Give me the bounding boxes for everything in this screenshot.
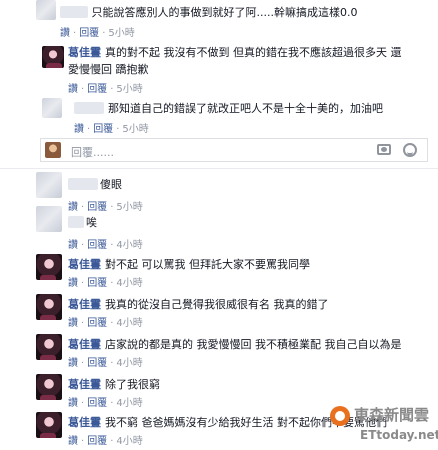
reply-link[interactable]: 回覆 bbox=[87, 318, 107, 329]
comment-text: 傻眼 bbox=[100, 178, 122, 191]
comment-meta: 讚 · 回覆 · 5小時 bbox=[74, 124, 149, 135]
timestamp[interactable]: 5小時 bbox=[116, 202, 142, 213]
like-link[interactable]: 讚 bbox=[68, 240, 78, 251]
reply-link[interactable]: 回覆 bbox=[87, 202, 107, 213]
ettoday-logo-icon bbox=[330, 406, 350, 426]
author-name-blurred[interactable] bbox=[74, 102, 104, 114]
author-name[interactable]: 葛佳霻 bbox=[68, 416, 101, 429]
author-name[interactable]: 葛佳霻 bbox=[68, 378, 101, 391]
timestamp[interactable]: 4小時 bbox=[116, 240, 142, 251]
timestamp[interactable]: 4小時 bbox=[116, 398, 142, 409]
comment-4: 傻眼 bbox=[68, 176, 122, 192]
comment-meta: 讚 · 回覆 · 4小時 bbox=[68, 398, 143, 409]
like-link[interactable]: 讚 bbox=[74, 124, 84, 135]
reply-link[interactable]: 回覆 bbox=[87, 240, 107, 251]
timestamp[interactable]: 4小時 bbox=[116, 318, 142, 329]
reply-input[interactable]: 回覆...... bbox=[40, 138, 428, 162]
timestamp[interactable]: 5小時 bbox=[108, 28, 134, 39]
comment-meta: 讚 · 回覆 · 4小時 bbox=[68, 278, 143, 289]
comment-meta: 讚 · 回覆 · 4小時 bbox=[68, 240, 143, 251]
comment-2: 葛佳霻 真的對不起 我沒有不做到 但真的錯在我不應該超過很多天 還 bbox=[68, 44, 402, 60]
avatar[interactable] bbox=[36, 206, 62, 232]
comment-5: 唉 bbox=[68, 214, 97, 230]
author-name-blurred[interactable] bbox=[68, 178, 98, 190]
comment-text: 對不起 可以罵我 但拜託大家不要罵我同學 bbox=[105, 258, 310, 271]
like-link[interactable]: 讚 bbox=[68, 84, 78, 95]
timestamp[interactable]: 5小時 bbox=[116, 84, 142, 95]
comment-meta: 讚 · 回覆 · 5小時 bbox=[68, 202, 143, 213]
ettoday-watermark: 東森新聞雲 ETtoday.net bbox=[330, 398, 438, 450]
avatar[interactable] bbox=[36, 334, 62, 360]
avatar[interactable] bbox=[36, 294, 62, 320]
current-user-avatar bbox=[45, 142, 61, 158]
reply-link[interactable]: 回覆 bbox=[87, 278, 107, 289]
author-name-blurred[interactable] bbox=[68, 216, 84, 228]
comment-meta: 讚 · 回覆 · 4小時 bbox=[68, 318, 143, 329]
timestamp[interactable]: 4小時 bbox=[116, 436, 142, 447]
comment-meta: 讚 · 回覆 · 5小時 bbox=[68, 84, 143, 95]
reply-placeholder: 回覆...... bbox=[71, 146, 114, 159]
timestamp[interactable]: 5小時 bbox=[122, 124, 148, 135]
avatar[interactable] bbox=[36, 0, 56, 20]
comment-text: 只能說答應別人的事做到就好了阿.....幹嘛搞成這樣0.0 bbox=[91, 6, 358, 19]
comment-8: 葛佳霻 店家說的都是真的 我愛慢慢回 我不積極業配 我自己自以為是 bbox=[68, 336, 402, 352]
author-name-blurred[interactable] bbox=[60, 6, 88, 18]
comment-meta: 讚 · 回覆 · 4小時 bbox=[68, 358, 143, 369]
comment-3: 那知道自己的錯誤了就改正吧人不是十全十美的，加油吧 bbox=[74, 100, 383, 116]
smiley-icon[interactable] bbox=[403, 143, 417, 157]
author-name[interactable]: 葛佳霻 bbox=[68, 338, 101, 351]
divider bbox=[0, 168, 438, 169]
avatar[interactable] bbox=[42, 98, 62, 118]
like-link[interactable]: 讚 bbox=[68, 398, 78, 409]
like-link[interactable]: 讚 bbox=[68, 202, 78, 213]
comment-text: 除了我很窮 bbox=[105, 378, 160, 391]
avatar[interactable] bbox=[36, 172, 62, 198]
comment-text: 真的對不起 我沒有不做到 但真的錯在我不應該超過很多天 還 bbox=[105, 46, 402, 59]
like-link[interactable]: 讚 bbox=[68, 358, 78, 369]
author-name[interactable]: 葛佳霻 bbox=[68, 46, 101, 59]
comment-meta: 讚 · 回覆 · 4小時 bbox=[68, 436, 143, 447]
timestamp[interactable]: 4小時 bbox=[116, 358, 142, 369]
author-name[interactable]: 葛佳霻 bbox=[68, 298, 101, 311]
like-link[interactable]: 讚 bbox=[68, 436, 78, 447]
comment-text: 那知道自己的錯誤了就改正吧人不是十全十美的，加油吧 bbox=[108, 102, 383, 115]
comment-9: 葛佳霻 除了我很窮 bbox=[68, 376, 160, 392]
avatar[interactable] bbox=[36, 374, 62, 400]
avatar[interactable] bbox=[42, 46, 64, 68]
reply-link[interactable]: 回覆 bbox=[87, 436, 107, 447]
like-link[interactable]: 讚 bbox=[60, 28, 70, 39]
watermark-site: ETtoday.net bbox=[360, 428, 438, 442]
like-link[interactable]: 讚 bbox=[68, 278, 78, 289]
comment-text: 唉 bbox=[86, 216, 97, 229]
comment-meta: 讚 · 回覆 · 5小時 bbox=[60, 28, 135, 39]
comment-text: 我真的從沒自己覺得我很威很有名 我真的錯了 bbox=[105, 298, 329, 311]
comment-2-line2: 愛慢慢回 蹻抱歉 bbox=[68, 63, 149, 76]
avatar[interactable] bbox=[36, 254, 62, 280]
comment-1: 只能說答應別人的事做到就好了阿.....幹嘛搞成這樣0.0 bbox=[60, 4, 357, 20]
comment-7: 葛佳霻 我真的從沒自己覺得我很威很有名 我真的錯了 bbox=[68, 296, 329, 312]
avatar[interactable] bbox=[36, 412, 62, 438]
reply-link[interactable]: 回覆 bbox=[79, 28, 99, 39]
timestamp[interactable]: 4小時 bbox=[116, 278, 142, 289]
watermark-brand: 東森新聞雲 bbox=[354, 406, 430, 424]
comment-text: 店家說的都是真的 我愛慢慢回 我不積極業配 我自己自以為是 bbox=[105, 338, 402, 351]
author-name[interactable]: 葛佳霻 bbox=[68, 258, 101, 271]
like-link[interactable]: 讚 bbox=[68, 318, 78, 329]
comment-6: 葛佳霻 對不起 可以罵我 但拜託大家不要罵我同學 bbox=[68, 256, 310, 272]
reply-link[interactable]: 回覆 bbox=[87, 84, 107, 95]
reply-link[interactable]: 回覆 bbox=[87, 358, 107, 369]
reply-link[interactable]: 回覆 bbox=[93, 124, 113, 135]
camera-icon[interactable] bbox=[377, 144, 391, 155]
reply-link[interactable]: 回覆 bbox=[87, 398, 107, 409]
